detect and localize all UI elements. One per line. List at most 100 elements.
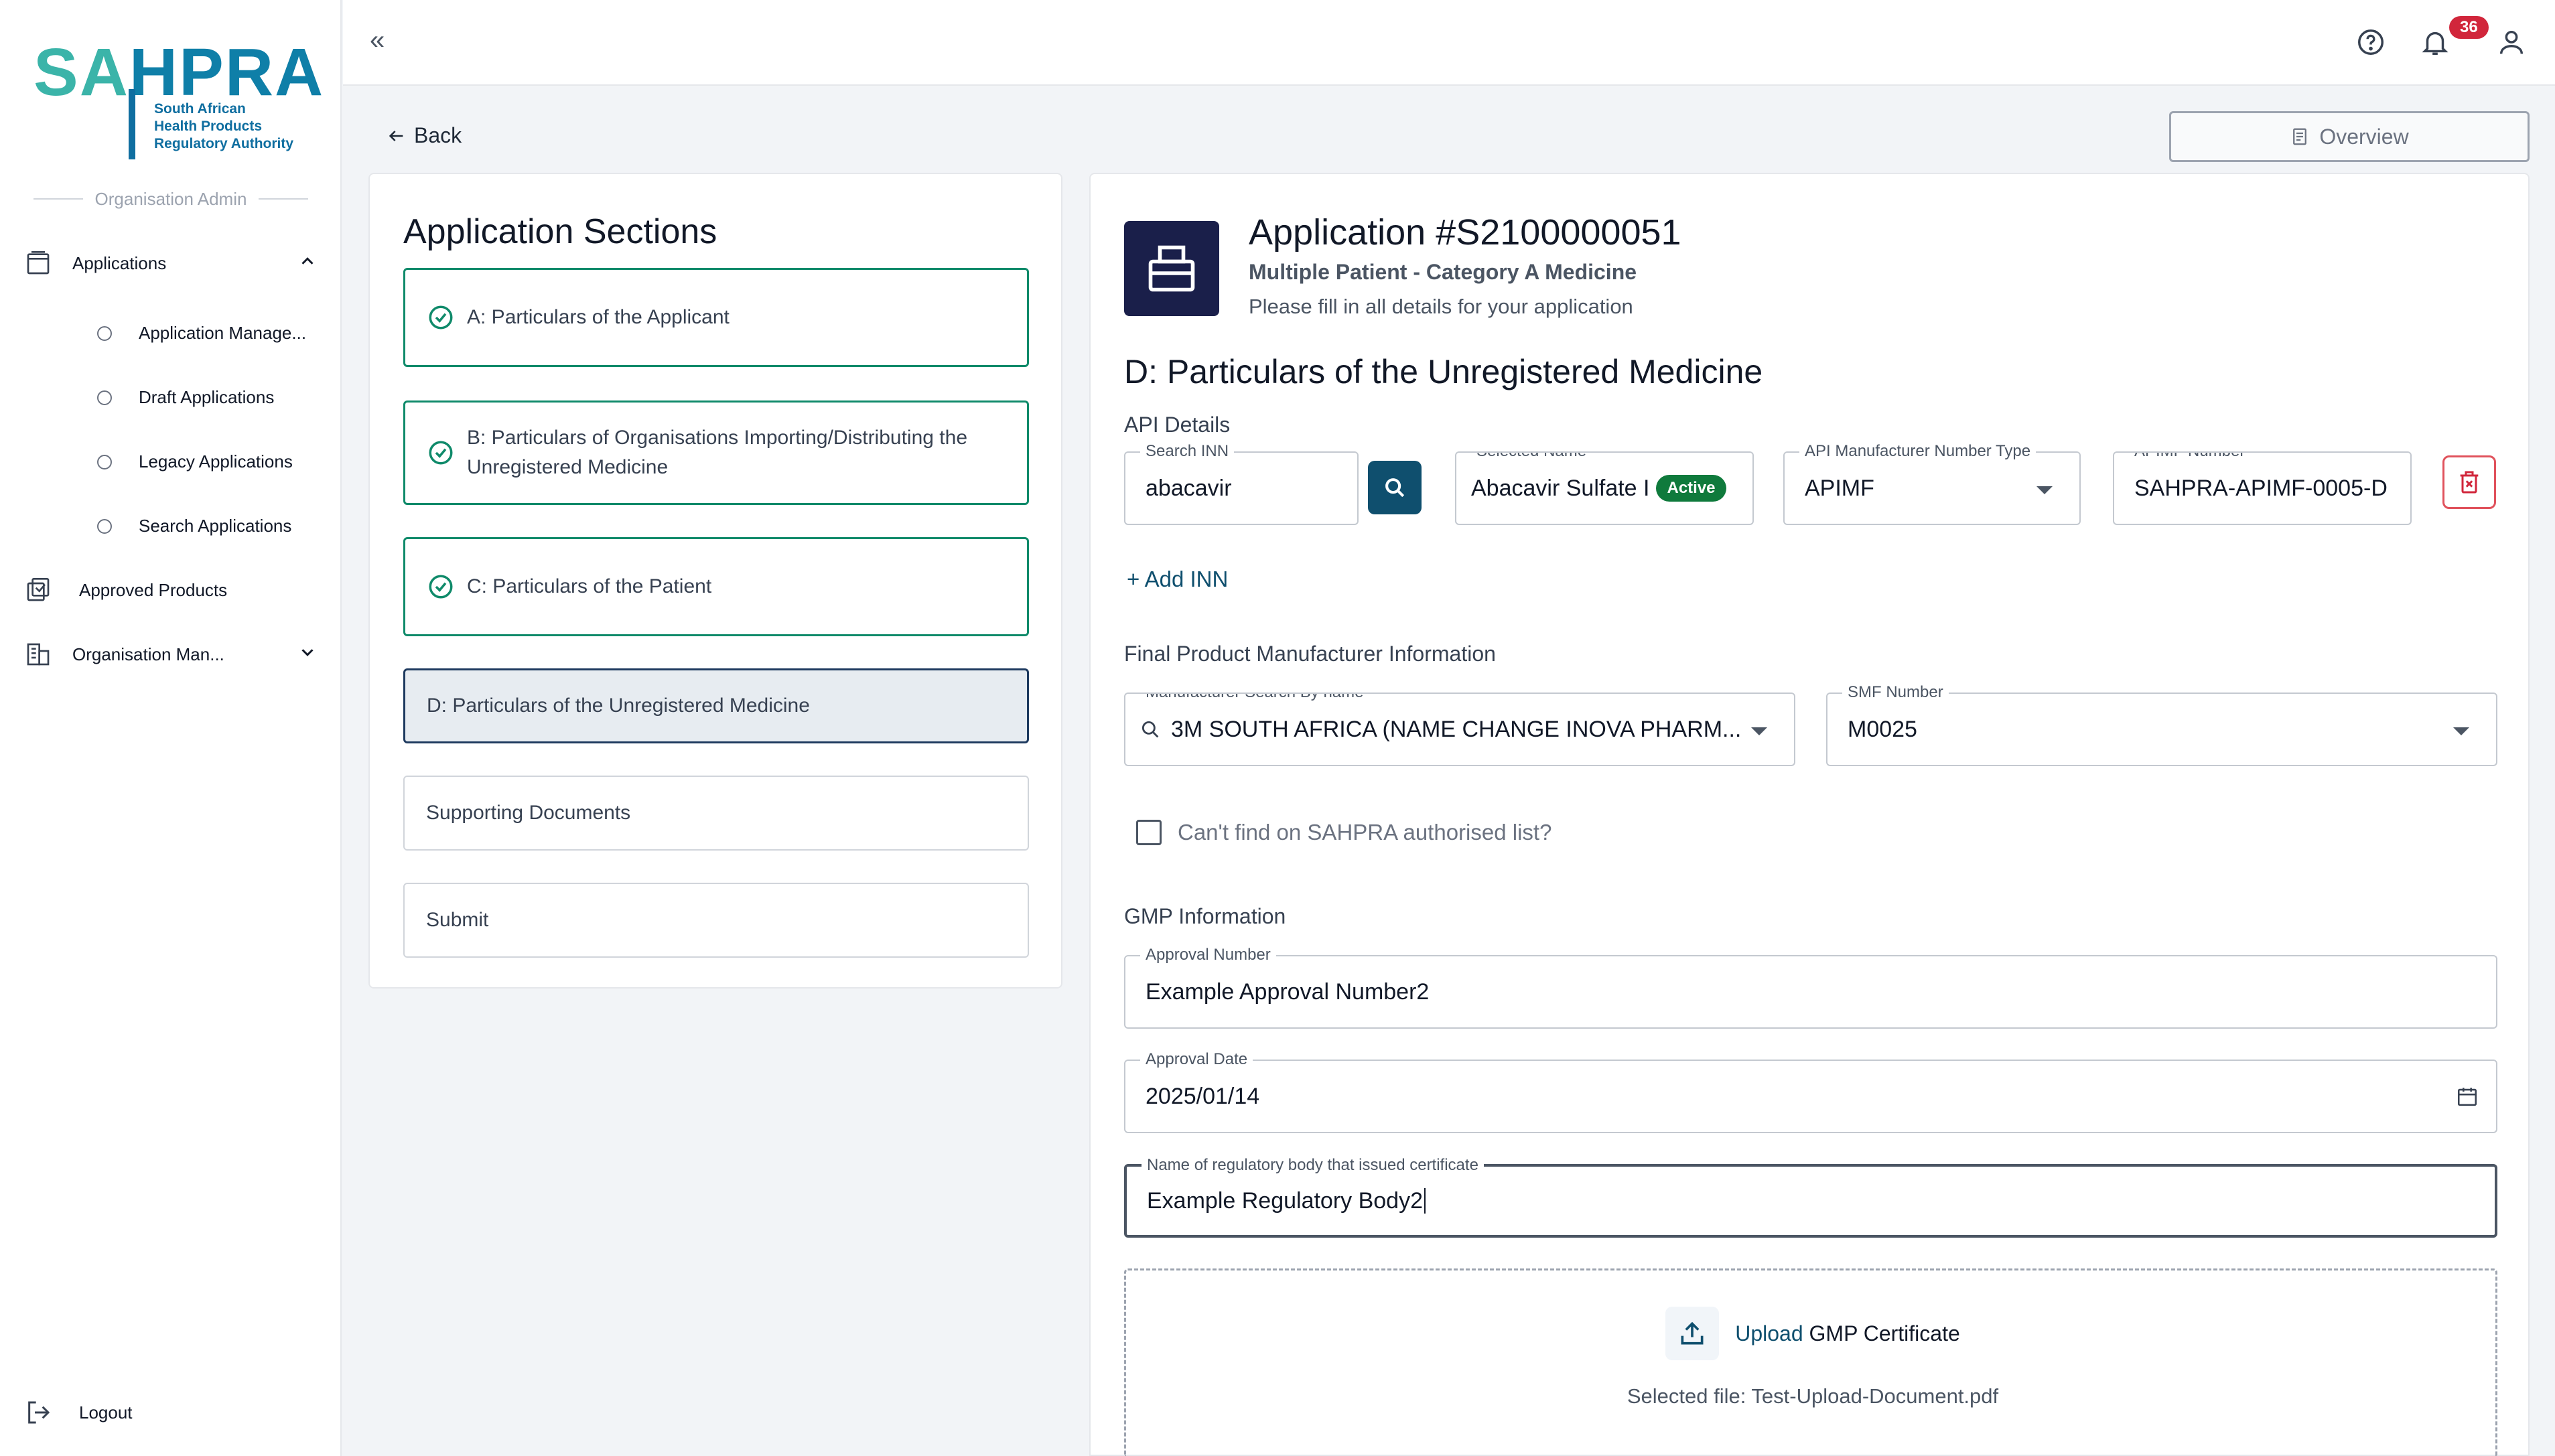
sidebar-sub-draft-applications[interactable]: Draft Applications [97, 387, 274, 408]
field-value: abacavir [1146, 475, 1232, 501]
gmp-certificate-dropzone[interactable]: Upload GMP Certificate Selected file: Te… [1124, 1268, 2497, 1456]
form-section-title: D: Particulars of the Unregistered Medic… [1124, 353, 1763, 390]
sidebar-sub-application-management[interactable]: Application Manage... [97, 323, 306, 344]
upload-icon [1665, 1307, 1720, 1360]
logout-icon [23, 1397, 54, 1428]
sidebar-item-organisation[interactable]: Organisation Man... [23, 639, 318, 670]
api-manufacturer-type-select[interactable]: API Manufacturer Number Type APIMF [1783, 442, 2081, 525]
field-label: Selected Name [1471, 453, 1592, 461]
section-supporting-documents[interactable]: Supporting Documents [403, 776, 1029, 851]
logout-label: Logout [79, 1402, 133, 1423]
smf-number-select[interactable]: SMF Number M0025 [1826, 683, 2497, 766]
applications-icon [23, 248, 54, 279]
back-button[interactable]: Back [387, 123, 462, 148]
overview-button[interactable]: Overview [2169, 111, 2530, 162]
field-label: Manufacturer Search By name [1140, 694, 1369, 702]
notification-badge: 36 [2449, 16, 2489, 39]
sidebar-item-label: Organisation Man... [72, 644, 224, 664]
role-label: Organisation Admin [94, 188, 247, 209]
sidebar-sub-search-applications[interactable]: Search Applications [97, 516, 291, 536]
gmp-information-label: GMP Information [1124, 904, 1286, 928]
logo-subtitle: South African Health Products Regulatory… [154, 101, 294, 151]
application-hint: Please fill in all details for your appl… [1249, 295, 1633, 318]
field-value: Example Approval Number2 [1146, 978, 1430, 1005]
cant-find-checkbox-row[interactable]: Can't find on SAHPRA authorised list? [1136, 820, 1551, 845]
radio-dot-icon [97, 454, 112, 469]
sidebar: SAHPRA South African Health Products Reg… [0, 0, 342, 1456]
section-d[interactable]: D: Particulars of the Unregistered Medic… [403, 668, 1029, 743]
application-icon [1124, 221, 1219, 316]
delete-inn-button[interactable] [2442, 455, 2496, 509]
field-label: SMF Number [1842, 683, 1949, 702]
approved-products-icon [23, 575, 54, 605]
section-label: B: Particulars of Organisations Importin… [467, 427, 967, 478]
radio-dot-icon [97, 518, 112, 534]
selected-name-field[interactable]: Selected Name Abacavir Sulfate I Active [1455, 451, 1754, 525]
chevron-down-icon[interactable] [297, 642, 318, 667]
sidebar-item-approved-products[interactable]: Approved Products [23, 575, 227, 605]
field-label: API Manufacturer Number Type [1799, 442, 2036, 461]
sidebar-sub-label: Legacy Applications [139, 451, 293, 471]
sidebar-sub-legacy-applications[interactable]: Legacy Applications [97, 451, 293, 472]
search-icon [1385, 478, 1405, 498]
regulatory-body-input[interactable]: Name of regulatory body that issued cert… [1124, 1156, 2497, 1238]
sahpra-logo[interactable]: SAHPRA South African Health Products Reg… [33, 39, 323, 159]
cant-find-checkbox[interactable] [1136, 820, 1162, 845]
sections-title: Application Sections [403, 212, 717, 251]
overview-label: Overview [2319, 124, 2409, 149]
field-value: Example Regulatory Body2 [1147, 1187, 1424, 1214]
section-c[interactable]: C: Particulars of the Patient [403, 537, 1029, 636]
section-b[interactable]: B: Particulars of Organisations Importin… [403, 401, 1029, 505]
approval-number-input[interactable]: Approval Number Example Approval Number2 [1124, 946, 2497, 1029]
logo-hpra: HPRA [129, 35, 325, 110]
field-label: Approval Number [1140, 946, 1276, 964]
status-badge: Active [1656, 475, 1726, 502]
field-value: 3M SOUTH AFRICA (NAME CHANGE INOVA PHARM… [1171, 716, 1742, 742]
selected-file-text: Selected file: Test-Upload-Document.pdf [1627, 1384, 1999, 1408]
logo-bar [129, 89, 135, 159]
field-value: SAHPRA-APIMF-0005-D [2134, 475, 2388, 501]
final-product-label: Final Product Manufacturer Information [1124, 642, 1496, 666]
application-form-panel: Application #S2100000051 Multiple Patien… [1089, 173, 2530, 1456]
upload-link[interactable]: Upload [1735, 1321, 1803, 1345]
dropdown-caret-icon [2453, 727, 2469, 735]
collapse-sidebar-button[interactable]: « [370, 25, 385, 56]
logo-sa: SA [33, 35, 129, 110]
top-bar: « [343, 0, 2555, 86]
application-category: Multiple Patient - Category A Medicine [1249, 260, 1637, 284]
approval-date-input[interactable]: Approval Date 2025/01/14 [1124, 1050, 2497, 1133]
section-label: D: Particulars of the Unregistered Medic… [427, 695, 810, 717]
section-a[interactable]: A: Particulars of the Applicant [403, 268, 1029, 367]
apimf-number-input[interactable]: APIMF Number SAHPRA-APIMF-0005-D [2113, 451, 2412, 525]
field-label: Search INN [1140, 442, 1235, 461]
check-circle-icon [429, 441, 453, 465]
field-label: APIMF Number [2129, 453, 2251, 461]
section-label: Supporting Documents [426, 802, 631, 824]
manufacturer-search-input[interactable]: Manufacturer Search By name 3M SOUTH AFR… [1124, 693, 1795, 766]
notification-bell-icon[interactable] [2420, 27, 2453, 60]
field-value: APIMF [1805, 475, 1874, 501]
application-title: Application #S2100000051 [1249, 212, 1681, 252]
text-cursor [1424, 1188, 1426, 1214]
logout-button[interactable]: Logout [23, 1397, 133, 1428]
sidebar-item-applications[interactable]: Applications [23, 248, 318, 279]
sidebar-sub-label: Application Manage... [139, 323, 307, 343]
chevron-up-icon[interactable] [297, 251, 318, 276]
help-icon[interactable] [2355, 27, 2389, 60]
upload-text: GMP Certificate [1809, 1321, 1960, 1345]
section-submit[interactable]: Submit [403, 883, 1029, 958]
document-icon [2293, 128, 2307, 145]
field-label: Name of regulatory body that issued cert… [1142, 1156, 1484, 1175]
sidebar-sub-label: Search Applications [139, 516, 292, 536]
arrow-left-icon [389, 130, 403, 141]
check-circle-icon [429, 575, 453, 599]
calendar-icon[interactable] [2456, 1085, 2479, 1108]
sidebar-item-label: Approved Products [79, 579, 228, 600]
search-inn-input[interactable]: Search INN abacavir [1124, 442, 1359, 525]
sidebar-item-label: Applications [72, 252, 167, 273]
search-inn-button[interactable] [1368, 461, 1422, 514]
building-icon [23, 639, 54, 670]
add-inn-button[interactable]: + Add INN [1127, 567, 1228, 592]
user-profile-icon[interactable] [2496, 27, 2530, 60]
dropdown-caret-icon [1751, 727, 1767, 735]
